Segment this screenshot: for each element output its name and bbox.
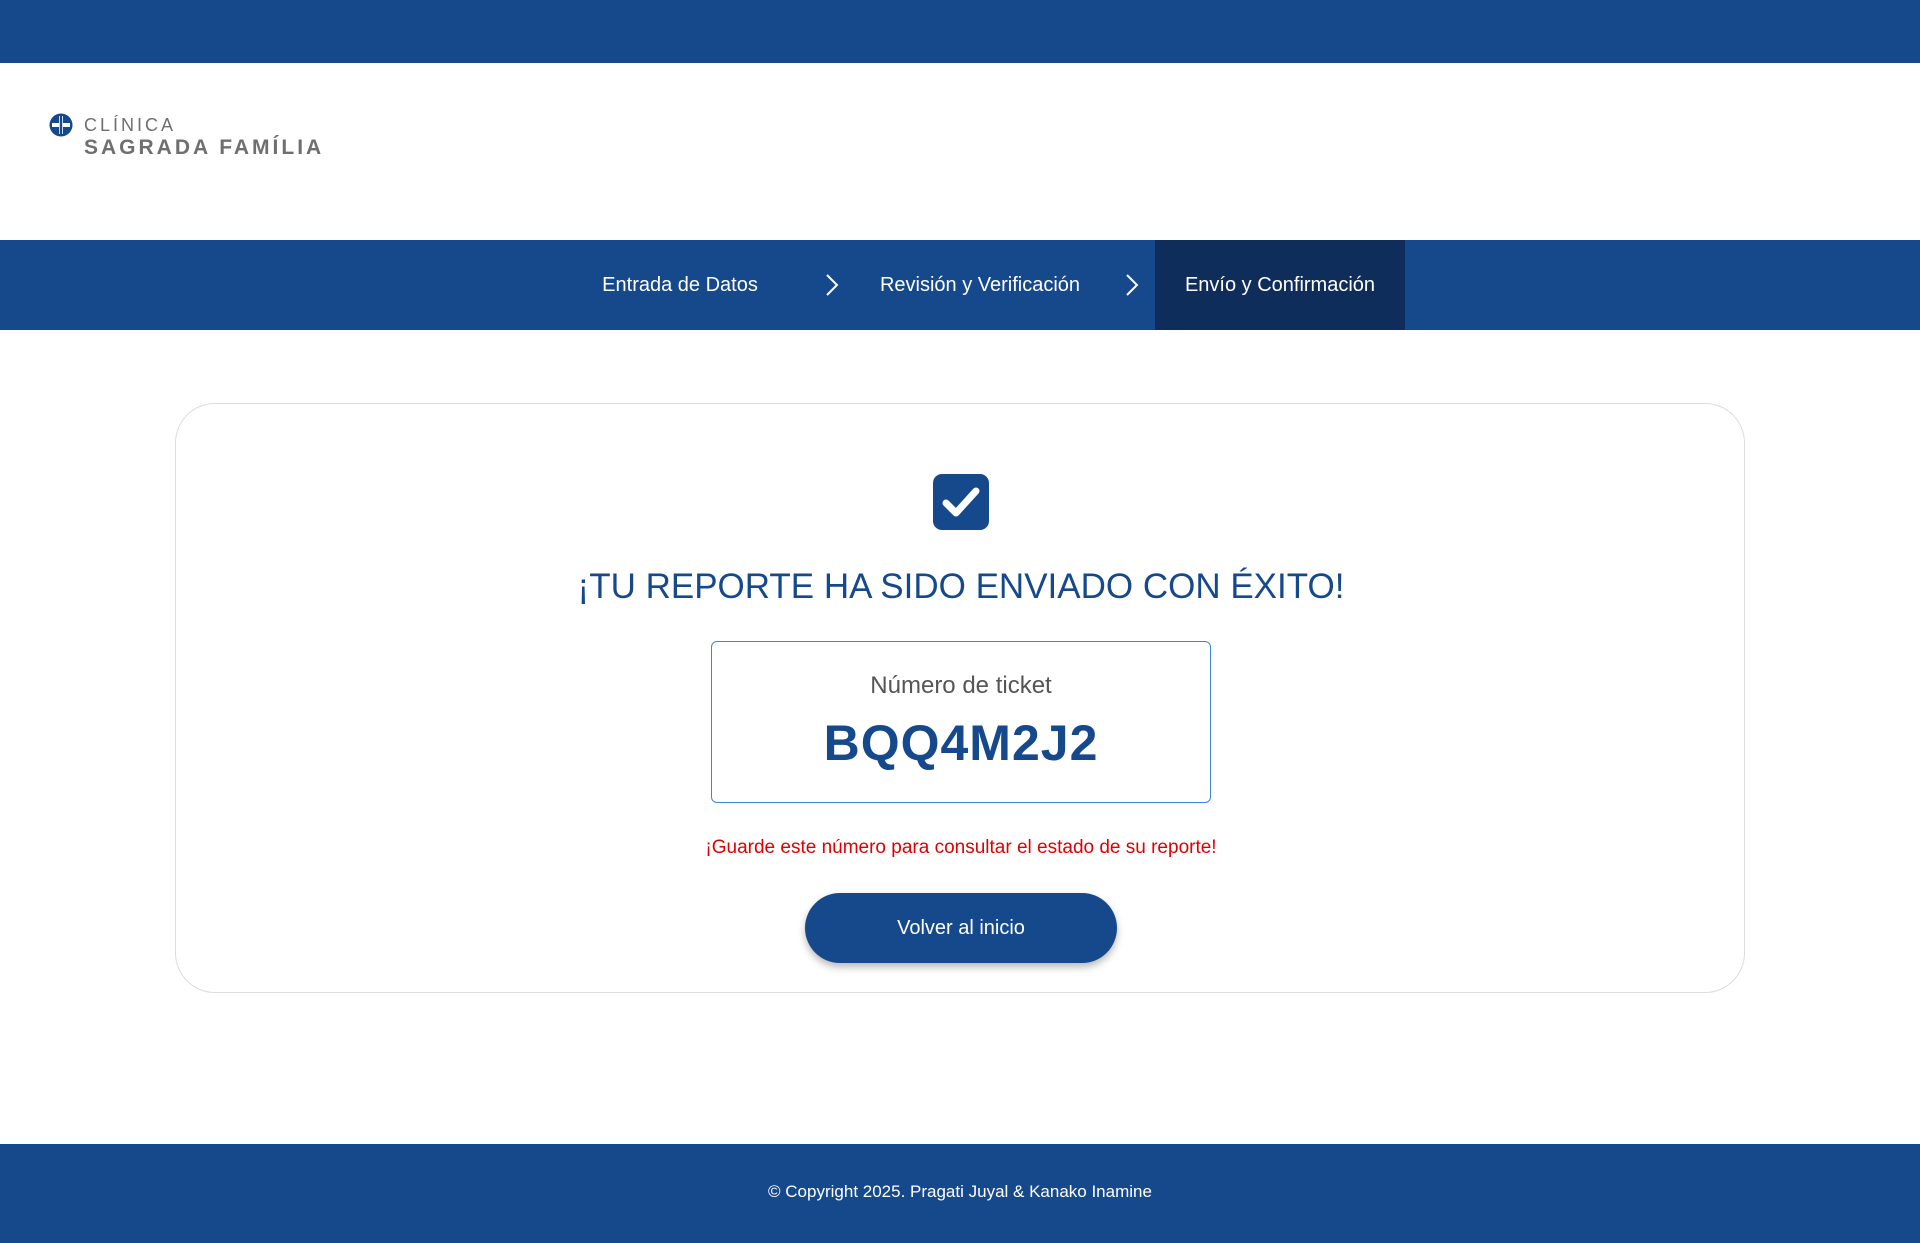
header: CLÍNICA SAGRADA FAMÍLIA bbox=[0, 63, 1920, 240]
chevron-right-icon bbox=[1126, 274, 1139, 296]
save-ticket-warning: ¡Guarde este número para consultar el es… bbox=[705, 837, 1217, 858]
clinic-cross-logo-icon bbox=[49, 113, 73, 137]
ticket-label: Número de ticket bbox=[870, 672, 1052, 699]
footer: © Copyright 2025. Pragati Juyal & Kanako… bbox=[0, 1144, 1920, 1243]
checkbox-checked-icon bbox=[933, 474, 989, 530]
chevron-right-icon bbox=[826, 274, 839, 296]
step-revision-y-verificacion: Revisión y Verificación bbox=[879, 274, 1081, 296]
logo-text-clinica: CLÍNICA bbox=[84, 115, 177, 135]
progress-steps-bar: Entrada de Datos Revisión y Verificación… bbox=[0, 240, 1920, 330]
copyright-text: © Copyright 2025. Pragati Juyal & Kanako… bbox=[768, 1182, 1152, 1201]
back-to-home-button[interactable]: Volver al inicio bbox=[805, 893, 1117, 963]
clinic-logo[interactable]: CLÍNICA SAGRADA FAMÍLIA bbox=[49, 113, 369, 163]
logo-text-sagrada-familia: SAGRADA FAMÍLIA bbox=[84, 136, 325, 159]
step-entrada-de-datos: Entrada de Datos bbox=[602, 274, 758, 296]
ticket-box: Número de ticket BQQ4M2J2 bbox=[711, 641, 1211, 803]
top-bar bbox=[0, 0, 1920, 63]
success-title: ¡TU REPORTE HA SIDO ENVIADO CON ÉXITO! bbox=[577, 567, 1345, 606]
ticket-number: BQQ4M2J2 bbox=[823, 715, 1099, 771]
step-envio-y-confirmacion-active: Envío y Confirmación bbox=[1155, 240, 1405, 330]
confirmation-card: ¡TU REPORTE HA SIDO ENVIADO CON ÉXITO! N… bbox=[175, 403, 1745, 993]
